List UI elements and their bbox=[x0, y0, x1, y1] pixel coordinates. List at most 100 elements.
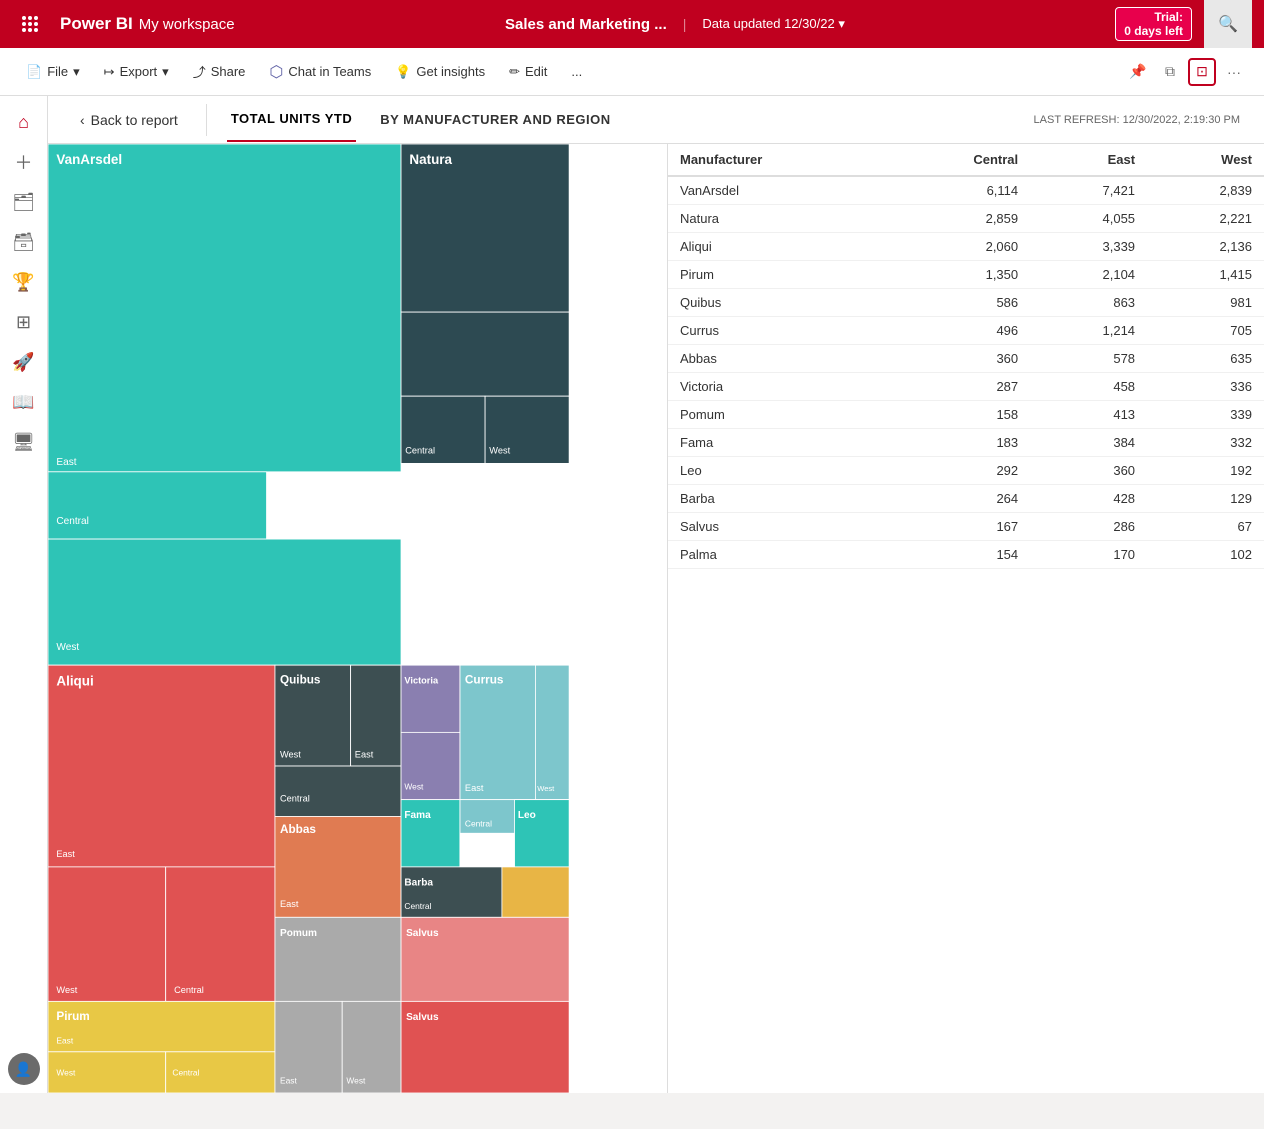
main-layout: ⌂ ＋ 🗂 🗃 🏆 ⊞ 🚀 📖 🖥 👤 ‹ Back to report TOT… bbox=[0, 96, 1264, 1093]
focus-mode-button[interactable]: ⊡ bbox=[1188, 58, 1216, 86]
edit-icon: ✏ bbox=[509, 64, 520, 80]
edit-label: Edit bbox=[525, 64, 547, 79]
sidebar-item-learn[interactable]: 🚀 bbox=[6, 344, 42, 380]
svg-text:Central: Central bbox=[280, 793, 310, 803]
user-avatar[interactable]: 👤 bbox=[8, 1053, 40, 1085]
cell-value: 1,415 bbox=[1147, 261, 1264, 289]
sidebar-item-create[interactable]: ＋ bbox=[6, 144, 42, 180]
tab1-label: TOTAL UNITS YTD bbox=[231, 111, 352, 126]
search-button[interactable]: 🔍 bbox=[1204, 0, 1252, 48]
data-updated: Data updated 12/30/22 ▾ bbox=[702, 16, 844, 32]
file-button[interactable]: 📄 File ▾ bbox=[16, 60, 90, 84]
svg-text:Pirum: Pirum bbox=[56, 1010, 89, 1023]
sidebar-item-workspaces[interactable]: 🖥 bbox=[6, 424, 42, 460]
svg-text:Aliqui: Aliqui bbox=[56, 673, 93, 688]
cell-manufacturer: Natura bbox=[668, 205, 888, 233]
grid-menu-button[interactable] bbox=[12, 6, 48, 42]
tab-by-manufacturer-region[interactable]: BY MANUFACTURER AND REGION bbox=[376, 98, 614, 141]
export-chevron: ▾ bbox=[162, 64, 169, 80]
cell-value: 287 bbox=[888, 373, 1030, 401]
get-insights-button[interactable]: 💡 Get insights bbox=[385, 60, 495, 84]
share-button[interactable]: ⤴ Share bbox=[183, 58, 256, 85]
cell-manufacturer: Aliqui bbox=[668, 233, 888, 261]
svg-text:Pomum: Pomum bbox=[280, 928, 317, 939]
svg-text:East: East bbox=[355, 750, 374, 760]
tab-total-units-ytd[interactable]: TOTAL UNITS YTD bbox=[227, 97, 356, 142]
more-options-button[interactable]: ... bbox=[561, 60, 592, 83]
col-manufacturer: Manufacturer bbox=[668, 144, 888, 176]
cell-manufacturer: Quibus bbox=[668, 289, 888, 317]
cell-manufacturer: Victoria bbox=[668, 373, 888, 401]
cell-value: 3,339 bbox=[1030, 233, 1147, 261]
cell-value: 705 bbox=[1147, 317, 1264, 345]
sidebar-item-goals[interactable]: 🏆 bbox=[6, 264, 42, 300]
cell-value: 332 bbox=[1147, 429, 1264, 457]
sidebar-item-browse[interactable]: 🗂 bbox=[6, 184, 42, 220]
edit-button[interactable]: ✏ Edit bbox=[499, 60, 557, 84]
svg-text:Central: Central bbox=[465, 819, 492, 829]
workspace-name[interactable]: My workspace bbox=[139, 16, 235, 33]
cell-value: 170 bbox=[1030, 541, 1147, 569]
table-row: Currus4961,214705 bbox=[668, 317, 1264, 345]
cell-value: 336 bbox=[1147, 373, 1264, 401]
file-chevron: ▾ bbox=[73, 64, 80, 80]
table-row: Fama183384332 bbox=[668, 429, 1264, 457]
treemap-container[interactable]: VanArsdel East Central West Natura Centr bbox=[48, 144, 668, 1093]
file-icon: 📄 bbox=[26, 64, 42, 80]
cell-value: 1,214 bbox=[1030, 317, 1147, 345]
table-row: Pomum158413339 bbox=[668, 401, 1264, 429]
copy-icon-button[interactable]: ⧉ bbox=[1156, 58, 1184, 86]
svg-text:East: East bbox=[280, 899, 299, 909]
svg-text:Natura: Natura bbox=[409, 152, 452, 167]
cell-value: 2,839 bbox=[1147, 176, 1264, 205]
more-visual-options-button[interactable]: ··· bbox=[1220, 58, 1248, 86]
table-row: Natura2,8594,0552,221 bbox=[668, 205, 1264, 233]
svg-text:East: East bbox=[280, 1076, 297, 1086]
cell-value: 1,350 bbox=[888, 261, 1030, 289]
viz-area: VanArsdel East Central West Natura Centr bbox=[48, 144, 1264, 1093]
insights-label: Get insights bbox=[416, 64, 485, 79]
cell-value: 264 bbox=[888, 485, 1030, 513]
cell-value: 183 bbox=[888, 429, 1030, 457]
svg-text:VanArsdel: VanArsdel bbox=[56, 152, 122, 167]
cell-value: 428 bbox=[1030, 485, 1147, 513]
share-icon: ⤴ bbox=[193, 62, 206, 81]
svg-text:East: East bbox=[56, 849, 75, 859]
svg-text:Barba: Barba bbox=[404, 877, 433, 888]
cell-value: 2,060 bbox=[888, 233, 1030, 261]
col-central: Central bbox=[888, 144, 1030, 176]
cell-value: 635 bbox=[1147, 345, 1264, 373]
brand-name: Power BI bbox=[60, 14, 133, 34]
svg-text:West: West bbox=[56, 1067, 76, 1077]
back-to-report-button[interactable]: ‹ Back to report bbox=[72, 108, 186, 132]
cell-value: 2,136 bbox=[1147, 233, 1264, 261]
cell-value: 4,055 bbox=[1030, 205, 1147, 233]
svg-text:Central: Central bbox=[404, 901, 431, 911]
cell-value: 129 bbox=[1147, 485, 1264, 513]
sidebar-item-apps[interactable]: ⊞ bbox=[6, 304, 42, 340]
pin-icon-button[interactable]: 📌 bbox=[1124, 58, 1152, 86]
cell-value: 863 bbox=[1030, 289, 1147, 317]
svg-text:East: East bbox=[56, 1035, 73, 1045]
sidebar-item-docs[interactable]: 📖 bbox=[6, 384, 42, 420]
table-panel: Manufacturer Central East West VanArsdel… bbox=[668, 144, 1264, 1093]
file-label: File bbox=[47, 64, 68, 79]
table-row: Salvus16728667 bbox=[668, 513, 1264, 541]
chevron-down-icon[interactable]: ▾ bbox=[838, 16, 845, 31]
chat-in-teams-button[interactable]: ⬡ Chat in Teams bbox=[259, 58, 381, 86]
sidebar-item-data[interactable]: 🗃 bbox=[6, 224, 42, 260]
report-title: Sales and Marketing ... bbox=[505, 16, 667, 33]
cell-value: 192 bbox=[1147, 457, 1264, 485]
cell-value: 458 bbox=[1030, 373, 1147, 401]
cell-manufacturer: VanArsdel bbox=[668, 176, 888, 205]
export-button[interactable]: ↦ Export ▾ bbox=[94, 60, 179, 84]
tab2-label: BY MANUFACTURER AND REGION bbox=[380, 112, 610, 127]
cell-value: 384 bbox=[1030, 429, 1147, 457]
cell-manufacturer: Pomum bbox=[668, 401, 888, 429]
cell-value: 586 bbox=[888, 289, 1030, 317]
cell-manufacturer: Salvus bbox=[668, 513, 888, 541]
table-row: VanArsdel6,1147,4212,839 bbox=[668, 176, 1264, 205]
svg-text:Central: Central bbox=[405, 445, 435, 455]
sidebar-item-home[interactable]: ⌂ bbox=[6, 104, 42, 140]
cell-manufacturer: Fama bbox=[668, 429, 888, 457]
